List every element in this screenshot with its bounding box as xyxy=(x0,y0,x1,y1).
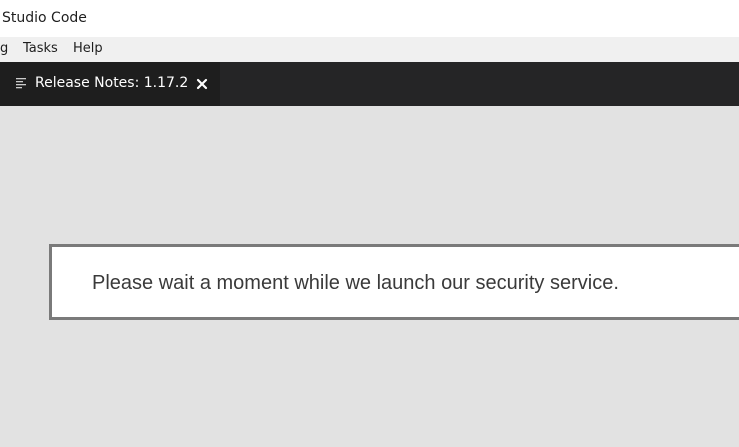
title-bar: Studio Code xyxy=(0,0,739,37)
editor-area: Please wait a moment while we launch our… xyxy=(0,106,739,447)
close-icon[interactable] xyxy=(194,76,210,92)
notice-message: Please wait a moment while we launch our… xyxy=(92,272,619,294)
menu-item-debug[interactable]: g xyxy=(0,41,8,56)
menu-item-help[interactable]: Help xyxy=(73,41,103,56)
menu-bar: g Tasks Help xyxy=(0,37,739,62)
notice-box: Please wait a moment while we launch our… xyxy=(49,244,739,320)
preview-icon xyxy=(16,78,26,89)
tab-release-notes[interactable]: Release Notes: 1.17.2 xyxy=(0,62,220,106)
tab-bar: Release Notes: 1.17.2 xyxy=(0,62,739,106)
tab-label: Release Notes: 1.17.2 xyxy=(35,75,189,91)
menu-item-tasks[interactable]: Tasks xyxy=(23,41,58,56)
window-title: Studio Code xyxy=(2,10,87,26)
